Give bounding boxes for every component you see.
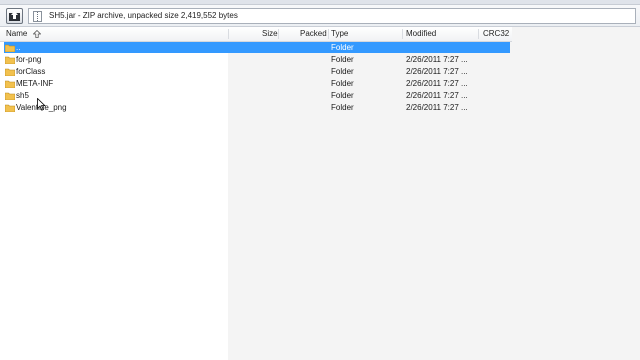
column-header-packed[interactable]: Packed bbox=[300, 27, 327, 41]
archive-icon bbox=[33, 11, 42, 22]
row-type: Folder bbox=[331, 91, 354, 100]
column-separator[interactable] bbox=[228, 29, 229, 39]
row-name: .. bbox=[16, 43, 21, 52]
row-name: for-png bbox=[16, 55, 42, 64]
row-type: Folder bbox=[331, 79, 354, 88]
list-row[interactable]: for-png Folder 2/26/2011 7:27 ... bbox=[4, 54, 510, 65]
column-separator[interactable] bbox=[478, 29, 479, 39]
row-modified: 2/26/2011 7:27 ... bbox=[406, 91, 468, 100]
list-row-parent[interactable]: .. Folder bbox=[4, 42, 510, 53]
list-row[interactable]: sh5 Folder 2/26/2011 7:27 ... bbox=[4, 90, 510, 101]
row-modified: 2/26/2011 7:27 ... bbox=[406, 79, 468, 88]
row-type: Folder bbox=[331, 43, 354, 52]
row-modified: 2/26/2011 7:27 ... bbox=[406, 103, 468, 112]
mouse-cursor-icon bbox=[37, 98, 46, 111]
folder-up-icon bbox=[5, 44, 15, 52]
list-row[interactable]: Valentine_png Folder 2/26/2011 7:27 ... bbox=[4, 102, 510, 113]
column-header-modified[interactable]: Modified bbox=[406, 27, 436, 41]
row-name: sh5 bbox=[16, 91, 29, 100]
folder-icon bbox=[5, 68, 15, 76]
path-field[interactable]: SH5.jar - ZIP archive, unpacked size 2,4… bbox=[28, 8, 636, 24]
column-header-name[interactable]: Name bbox=[6, 27, 27, 41]
path-bar: SH5.jar - ZIP archive, unpacked size 2,4… bbox=[0, 5, 640, 27]
sort-ascending-icon bbox=[33, 30, 41, 38]
row-name: META-INF bbox=[16, 79, 54, 88]
column-header-size[interactable]: Size bbox=[262, 27, 278, 41]
row-name: forClass bbox=[16, 67, 46, 76]
path-text: SH5.jar - ZIP archive, unpacked size 2,4… bbox=[49, 11, 238, 20]
folder-icon bbox=[5, 56, 15, 64]
column-separator[interactable] bbox=[402, 29, 403, 39]
up-folder-icon bbox=[9, 11, 20, 21]
folder-icon bbox=[5, 92, 15, 100]
list-row[interactable]: forClass Folder 2/26/2011 7:27 ... bbox=[4, 66, 510, 77]
row-modified: 2/26/2011 7:27 ... bbox=[406, 55, 468, 64]
list-row[interactable]: META-INF Folder 2/26/2011 7:27 ... bbox=[4, 78, 510, 89]
column-header-crc32[interactable]: CRC32 bbox=[483, 27, 509, 41]
row-type: Folder bbox=[331, 55, 354, 64]
up-folder-button[interactable] bbox=[6, 8, 23, 24]
folder-icon bbox=[5, 80, 15, 88]
folder-icon bbox=[5, 104, 15, 112]
column-header-type[interactable]: Type bbox=[331, 27, 348, 41]
row-type: Folder bbox=[331, 67, 354, 76]
row-modified: 2/26/2011 7:27 ... bbox=[406, 67, 468, 76]
column-separator[interactable] bbox=[328, 29, 329, 39]
list-header: Name Size Packed Type Modified CRC32 bbox=[0, 27, 512, 42]
row-type: Folder bbox=[331, 103, 354, 112]
file-list[interactable]: Name Size Packed Type Modified CRC32 .. … bbox=[0, 27, 640, 360]
column-separator[interactable] bbox=[278, 29, 279, 39]
